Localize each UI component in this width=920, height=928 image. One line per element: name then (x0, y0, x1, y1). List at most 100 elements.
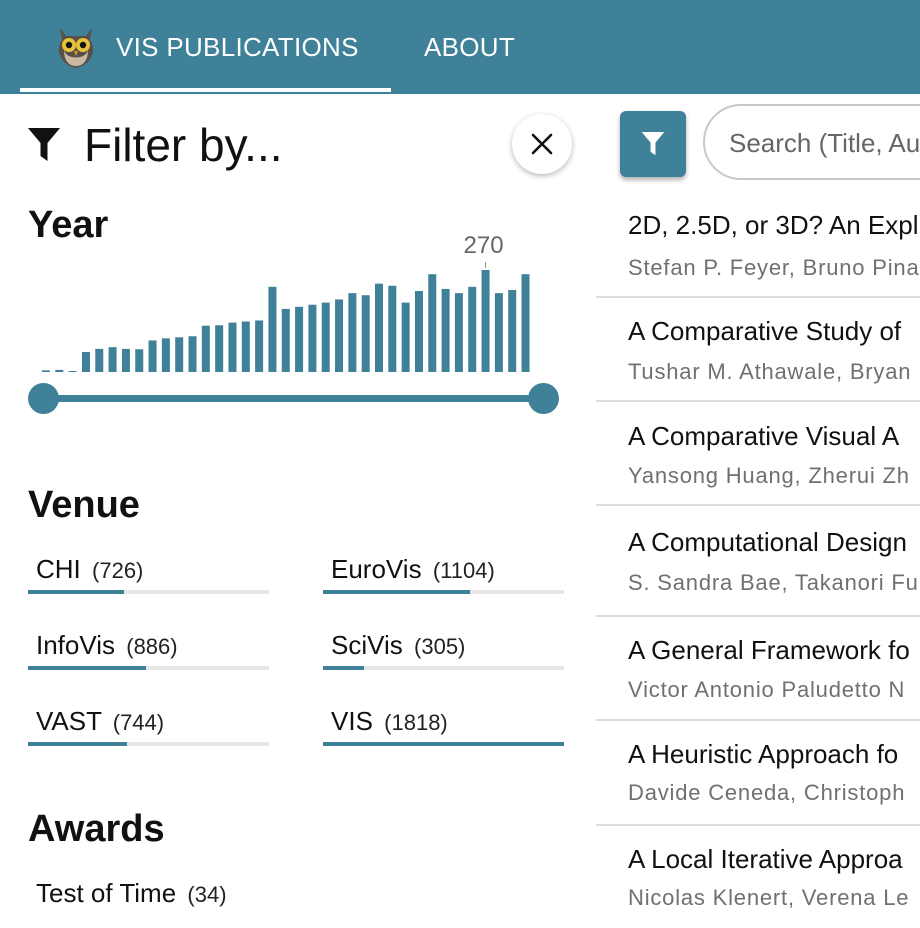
awards-section-title: Awards (28, 808, 165, 850)
venue-label: CHI (726) (36, 554, 143, 585)
histogram-bar (95, 348, 104, 372)
search-input[interactable] (727, 124, 920, 162)
histogram-bar (255, 320, 264, 372)
venue-bar-track (28, 590, 269, 594)
venue-count: (305) (414, 634, 466, 659)
close-filter-button[interactable] (512, 114, 572, 174)
histogram-bar (481, 270, 490, 372)
venue-bar-fill (323, 590, 470, 594)
venue-name: CHI (36, 554, 81, 584)
paper-list-item[interactable]: A Comparative Study of Tushar M. Athawal… (596, 298, 920, 402)
histogram-bar (161, 338, 170, 372)
venue-scivis[interactable]: SciVis (305) (323, 630, 564, 680)
histogram-bar (188, 336, 197, 372)
venue-name: InfoVis (36, 630, 116, 660)
award-label: Test of Time (34) (36, 878, 227, 909)
venue-count: (1818) (384, 710, 448, 735)
histogram-bar (108, 347, 117, 372)
venue-label: SciVis (305) (331, 630, 465, 661)
histogram-bar (295, 306, 304, 372)
histogram-bar (454, 293, 463, 372)
venue-name: VIS (331, 706, 373, 736)
nav-tab-label: VIS PUBLICATIONS (116, 31, 359, 62)
venue-name: EuroVis (331, 554, 422, 584)
paper-list-item[interactable]: A General Framework fo Victor Antonio Pa… (596, 617, 920, 721)
histogram-bar (441, 288, 450, 372)
histogram-bar (494, 293, 503, 372)
paper-title: A Heuristic Approach fo (628, 739, 899, 769)
paper-list-item[interactable]: A Local Iterative Approa Nicolas Klenert… (596, 826, 920, 926)
venue-bar-track (323, 666, 564, 670)
paper-authors: Nicolas Klenert, Verena Le (628, 885, 910, 910)
paper-list-item[interactable]: A Computational Design S. Sandra Bae, Ta… (596, 506, 920, 617)
year-range-end-handle[interactable] (528, 383, 559, 414)
paper-authors: Tushar M. Athawale, Bryan (628, 359, 912, 384)
histogram-bar (215, 325, 224, 372)
histogram-max-label: 270 (463, 232, 504, 259)
venue-infovis[interactable]: InfoVis (886) (28, 630, 269, 680)
nav-tab-vis-publications[interactable]: VIS PUBLICATIONS (20, 0, 391, 94)
venue-count: (726) (92, 558, 144, 583)
year-range-start-handle[interactable] (28, 383, 59, 414)
histogram-bar (361, 295, 370, 372)
venue-bar-track (28, 742, 269, 746)
histogram-bar (335, 299, 344, 372)
close-icon (531, 133, 553, 155)
histogram-bar (281, 308, 290, 372)
toggle-filter-button[interactable] (620, 111, 686, 177)
paper-title: 2D, 2.5D, or 3D? An Expl (628, 210, 919, 240)
paper-title: A General Framework fo (628, 635, 910, 665)
paper-title: A Computational Design (628, 527, 907, 557)
venue-count: (744) (112, 710, 165, 735)
venue-vis[interactable]: VIS (1818) (323, 706, 564, 756)
paper-authors: Victor Antonio Paludetto N (628, 677, 906, 702)
histogram-bar (228, 322, 237, 372)
paper-list-item[interactable]: A Comparative Visual A Yansong Huang, Zh… (596, 402, 920, 506)
histogram-bar (521, 274, 530, 372)
venue-bar-track (323, 742, 564, 746)
histogram-bar (121, 348, 130, 372)
nav-tab-about[interactable]: ABOUT (424, 0, 515, 94)
venue-chi[interactable]: CHI (726) (28, 554, 269, 604)
search-box[interactable] (703, 104, 920, 180)
histogram-bar (348, 293, 357, 372)
histogram-bar (135, 349, 144, 372)
venue-bar-fill (323, 742, 564, 746)
histogram-bar (401, 302, 410, 372)
venue-bar-fill (28, 666, 147, 670)
venue-bar-fill (323, 666, 364, 670)
venue-name: SciVis (331, 630, 403, 660)
paper-list-item[interactable]: 2D, 2.5D, or 3D? An Expl Stefan P. Feyer… (596, 194, 920, 298)
venue-label: VAST (744) (36, 706, 164, 737)
paper-title: A Comparative Study of (628, 316, 902, 346)
paper-list: 2D, 2.5D, or 3D? An Expl Stefan P. Feyer… (596, 194, 920, 926)
paper-list-item[interactable]: A Heuristic Approach fo Davide Ceneda, C… (596, 721, 920, 826)
paper-authors: Davide Ceneda, Christoph (628, 780, 906, 805)
app-bar: VIS PUBLICATIONS ABOUT (0, 0, 920, 94)
year-range-track (44, 395, 544, 402)
venue-bar-fill (28, 742, 127, 746)
venue-name: VAST (36, 706, 102, 736)
venue-bar-fill (28, 590, 125, 594)
paper-authors: Stefan P. Feyer, Bruno Pina (628, 255, 920, 280)
histogram-bar (241, 321, 250, 372)
venue-eurovis[interactable]: EuroVis (1104) (323, 554, 564, 604)
histogram-bar (81, 352, 90, 372)
venue-label: InfoVis (886) (36, 630, 178, 661)
histogram-bar (68, 371, 77, 372)
year-section-title: Year (28, 204, 109, 246)
venue-count: (886) (126, 634, 178, 659)
paper-authors: S. Sandra Bae, Takanori Fu (628, 570, 919, 595)
venue-vast[interactable]: VAST (744) (28, 706, 269, 756)
histogram-bar (468, 286, 477, 372)
histogram-bar (428, 274, 437, 372)
histogram-bar (414, 291, 423, 372)
venue-label: EuroVis (1104) (331, 554, 495, 585)
award-test-of-time[interactable]: Test of Time (34) (28, 878, 269, 928)
filter-header: Filter by... (28, 118, 283, 172)
histogram-bar (148, 340, 157, 372)
histogram-bar (308, 304, 317, 372)
histogram-bar (508, 289, 517, 372)
histogram-bar (55, 369, 64, 372)
histogram-bar (201, 325, 210, 372)
